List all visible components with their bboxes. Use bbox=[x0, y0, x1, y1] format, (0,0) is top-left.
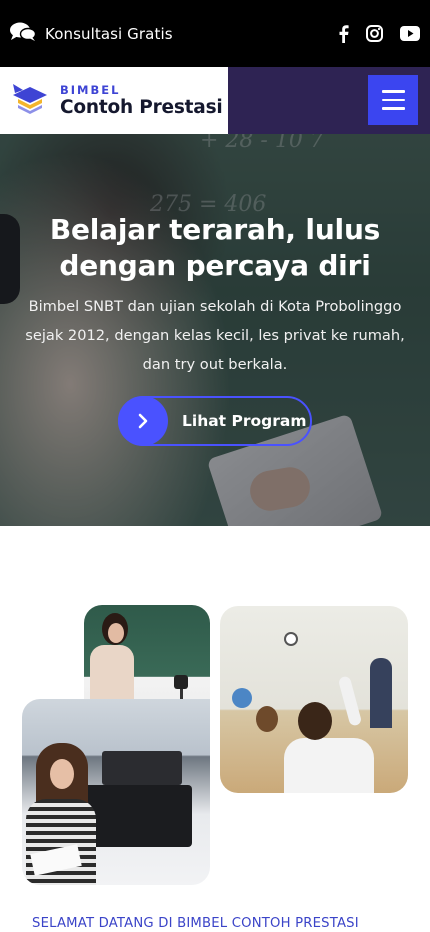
student-face bbox=[50, 759, 74, 789]
site-header: BIMBEL Contoh Prestasi bbox=[0, 67, 430, 134]
view-program-label: Lihat Program bbox=[182, 412, 307, 430]
student-figure bbox=[284, 738, 374, 793]
chat-bubbles-icon bbox=[10, 22, 37, 46]
hamburger-bar bbox=[381, 98, 405, 102]
student-figure bbox=[256, 706, 278, 732]
site-logo[interactable]: BIMBEL Contoh Prestasi bbox=[0, 67, 228, 134]
hamburger-menu-icon bbox=[381, 90, 405, 93]
free-consultation-label: Konsultasi Gratis bbox=[45, 24, 173, 43]
classroom-photo bbox=[220, 606, 408, 793]
logo-tagline: BIMBEL bbox=[60, 82, 121, 97]
hero-section: + 28 - 10 7 275 = 406 Belajar terarah, l… bbox=[0, 134, 430, 526]
logo-name: Contoh Prestasi bbox=[60, 96, 223, 118]
hero-title: Belajar terarah, lulus dengan percaya di… bbox=[49, 213, 381, 282]
hamburger-bar bbox=[381, 107, 405, 110]
welcome-heading: SELAMAT DATANG DI BIMBEL CONTOH PRESTASI bbox=[32, 916, 359, 931]
top-bar: Konsultasi Gratis bbox=[0, 0, 430, 67]
camera-shape bbox=[174, 675, 188, 689]
facebook-icon[interactable] bbox=[337, 24, 349, 43]
wall-clock-shape bbox=[284, 632, 298, 646]
hamburger-menu-button[interactable] bbox=[368, 75, 418, 125]
monitor-shape bbox=[102, 751, 182, 785]
teacher-face bbox=[108, 623, 124, 643]
monitor-shape bbox=[82, 785, 192, 847]
teacher-figure bbox=[370, 658, 392, 728]
social-links bbox=[337, 24, 420, 43]
student-head bbox=[298, 702, 332, 740]
globe-shape bbox=[232, 688, 252, 708]
chevron-right-icon bbox=[118, 396, 168, 446]
free-consultation-link[interactable]: Konsultasi Gratis bbox=[10, 22, 173, 46]
youtube-icon[interactable] bbox=[400, 26, 420, 41]
hero-description: Bimbel SNBT dan ujian sekolah di Kota Pr… bbox=[25, 298, 405, 373]
raised-hand-shape bbox=[337, 675, 363, 727]
view-program-button[interactable]: Lihat Program bbox=[118, 396, 312, 446]
instagram-icon[interactable] bbox=[366, 25, 383, 42]
graduation-cap-icon bbox=[11, 82, 49, 120]
computer-lab-photo bbox=[22, 699, 210, 885]
